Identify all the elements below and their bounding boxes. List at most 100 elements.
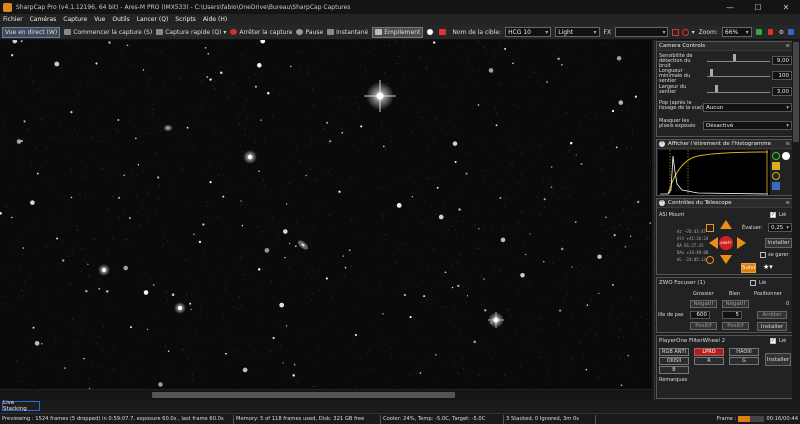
arrow-up-icon[interactable] (720, 220, 732, 229)
menu-icon[interactable]: ≡ (785, 43, 790, 49)
filter-g[interactable]: G (729, 357, 759, 365)
more-icon[interactable]: ▾ (692, 29, 695, 36)
histogram-icon[interactable] (755, 29, 764, 35)
title-bar: SharpCap Pro (v4.1.12196, 64 bit) - Ares… (0, 0, 800, 14)
save-icon[interactable] (772, 182, 780, 190)
scrollbar-thumb[interactable] (152, 392, 455, 398)
filter-lpro[interactable]: LPRO (694, 348, 724, 356)
menu-capture[interactable]: Capture (63, 16, 87, 23)
zoom-label: Zoom: (698, 28, 718, 36)
collapse-icon[interactable]: ⌃ (659, 141, 665, 147)
filter-haoiii[interactable]: HAOIII (729, 348, 759, 356)
horizontal-scrollbar[interactable] (0, 389, 652, 400)
info-icon[interactable] (772, 152, 780, 160)
arrow-left-icon[interactable] (709, 237, 718, 249)
pop-select[interactable]: Aucun ▾ (703, 103, 792, 112)
filterwheel-connected-checkbox[interactable]: ✓ (770, 338, 776, 344)
stacking-button[interactable]: Empilement (372, 26, 424, 38)
menu-tools[interactable]: Outils (112, 16, 129, 23)
menu-run[interactable]: Lancer (Q) (137, 16, 169, 23)
pause-label: Pause (305, 28, 324, 36)
star (620, 384, 623, 387)
filter-rgb-anti[interactable]: RGB ANTI (659, 348, 689, 356)
live-view-button[interactable]: Vue en direct (W) (2, 26, 61, 38)
step-coarse-input[interactable]: 600 (690, 311, 710, 319)
filter-oiiisii[interactable]: OIIISII (659, 357, 689, 365)
slider-knob[interactable] (733, 54, 736, 61)
install-filterwheel-button[interactable]: Installer (765, 353, 791, 366)
menu-help[interactable]: Aide (H) (203, 16, 227, 23)
filter-r[interactable]: R (694, 357, 724, 365)
slider-knob[interactable] (715, 85, 718, 92)
sync-icon[interactable] (706, 256, 714, 264)
close-icon[interactable]: ✕ (772, 3, 800, 12)
focuser-stop-button[interactable]: Arrêter (757, 311, 787, 319)
noise-sensitivity-value[interactable]: 9,00 (772, 56, 792, 65)
install-mount-button[interactable]: Installer (765, 238, 792, 248)
fine-positive-button[interactable]: Positif (722, 322, 749, 330)
coarse-positive-button[interactable]: Positif (690, 322, 717, 330)
mask-pixels-select[interactable]: Désactivé ▾ (703, 121, 792, 130)
star (586, 304, 589, 306)
histogram-chart[interactable] (658, 150, 770, 195)
record-icon[interactable] (427, 29, 435, 35)
slew-rate-select[interactable]: 0,25 ▾ (768, 223, 792, 232)
settings-icon[interactable]: ⚙ (779, 29, 784, 36)
telescope-header[interactable]: ⌃ Contrôles du Télescope ≡ (657, 199, 792, 208)
reticle-icon[interactable] (682, 28, 689, 36)
menu-icon[interactable]: ≡ (785, 200, 790, 206)
scrollbar-thumb[interactable] (793, 42, 799, 142)
live-stacking-tab[interactable]: Live Stacking (2, 400, 40, 412)
maximize-icon[interactable]: ☐ (744, 3, 772, 12)
pause-button[interactable]: Pause (296, 29, 323, 36)
flag-icon[interactable] (767, 29, 775, 35)
focuser-connected-checkbox[interactable] (750, 280, 756, 286)
stop-mount-button[interactable]: ARRÊT (719, 236, 733, 250)
target-name-input[interactable]: HCG 10 ▾ (505, 27, 552, 37)
park-checkbox[interactable] (760, 252, 766, 258)
step-fine-input[interactable]: 5 (722, 311, 742, 319)
frame-type-select[interactable]: Light ▾ (555, 27, 600, 37)
fine-negative-button[interactable]: Négatif (722, 300, 749, 308)
arrow-down-icon[interactable] (720, 255, 732, 264)
menu-view[interactable]: Vue (94, 16, 105, 23)
roi-icon[interactable] (672, 28, 680, 36)
minimize-icon[interactable]: — (716, 3, 744, 12)
image-viewport[interactable] (0, 40, 652, 400)
reset-icon[interactable] (772, 172, 780, 180)
tools-icon[interactable] (788, 29, 796, 35)
quick-capture-button[interactable]: Capture rapide (Q) ▾ (156, 29, 226, 36)
star-icon[interactable]: ★▾ (763, 263, 773, 271)
target-name-label: Nom de la cible: (452, 28, 502, 36)
menu-scripts[interactable]: Scripts (175, 16, 196, 23)
right-panel-scrollbar[interactable] (792, 40, 800, 400)
menu-file[interactable]: Fichier (3, 16, 23, 23)
camera-controls-header[interactable]: Camera Controls ≡ (657, 42, 792, 51)
stop-capture-button[interactable]: Arrêter la capture (230, 29, 292, 36)
chevron-down-icon: ▾ (786, 104, 789, 111)
stretch-icon[interactable] (772, 162, 780, 170)
arrow-right-icon[interactable] (737, 237, 746, 249)
trail-width-slider[interactable] (707, 85, 770, 93)
snapshot-button[interactable]: Instantané (327, 29, 368, 36)
goto-icon[interactable] (706, 224, 714, 232)
noise-sensitivity-slider[interactable] (707, 54, 770, 62)
slider-knob[interactable] (710, 69, 713, 76)
star (457, 284, 460, 288)
mount-connected-checkbox[interactable]: ✓ (770, 212, 776, 218)
min-trail-length-value[interactable]: 100 (772, 71, 792, 80)
min-trail-length-slider[interactable] (707, 69, 770, 77)
collapse-icon[interactable]: ⌃ (659, 200, 665, 206)
menu-icon[interactable]: ≡ (785, 141, 790, 147)
zoom-select[interactable]: 66% ▾ (721, 27, 752, 37)
menu-cameras[interactable]: Caméras (30, 16, 57, 23)
histogram-header[interactable]: ⌃ Afficher l'étirement de l'histogramme ≡ (657, 140, 792, 149)
coarse-negative-button[interactable]: Négatif (690, 300, 717, 308)
filter-b[interactable]: B (659, 366, 689, 374)
start-capture-button[interactable]: Commencer la capture (S) (64, 29, 152, 36)
trail-width-value[interactable]: 3,00 (772, 87, 792, 96)
install-focuser-button[interactable]: Installer (757, 322, 787, 331)
tracking-button[interactable]: Suivi (741, 263, 756, 273)
fx-select[interactable]: ▾ (615, 27, 669, 37)
contrast-icon[interactable] (782, 152, 790, 160)
